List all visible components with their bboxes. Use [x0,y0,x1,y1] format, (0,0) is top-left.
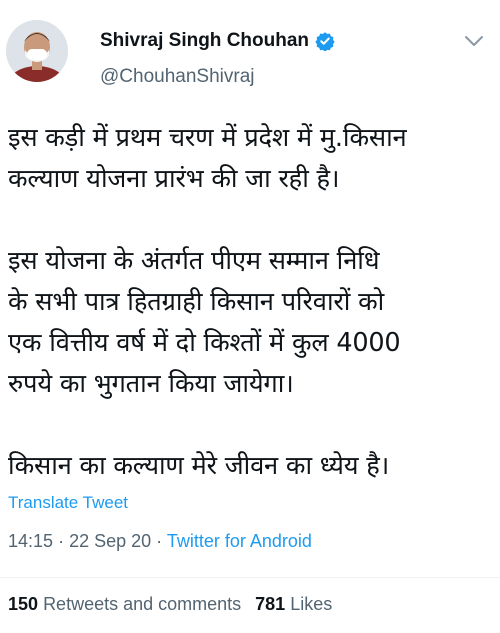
likes-count: 781 [255,594,286,614]
meta-separator: · [58,531,65,551]
tweet-stats: 150 Retweets and comments 781 Likes [8,594,332,615]
tweet-meta: 14:15 · 22 Sep 20 · Twitter for Android [8,531,312,552]
verified-badge-icon [315,32,335,51]
translate-tweet-link[interactable]: Translate Tweet [8,493,128,513]
retweets-label: Retweets and comments [43,594,242,614]
likes-stat[interactable]: 781 Likes [255,594,332,614]
meta-separator: · [156,531,163,551]
divider [0,577,500,578]
author-handle[interactable]: @ChouhanShivraj [100,66,255,88]
likes-label: Likes [290,594,333,614]
chevron-down-icon[interactable] [464,34,484,48]
retweets-stat[interactable]: 150 Retweets and comments [8,594,241,614]
tweet-source-link[interactable]: Twitter for Android [167,531,312,551]
retweets-count: 150 [8,594,39,614]
profile-photo-icon [6,20,68,82]
avatar[interactable] [6,20,68,82]
tweet-text: इस कड़ी में प्रथम चरण में प्रदेश में मु.… [8,123,407,481]
tweet-time[interactable]: 14:15 [8,531,53,551]
tweet-date[interactable]: 22 Sep 20 [69,531,151,551]
author-name[interactable]: Shivraj Singh Chouhan [100,30,309,52]
tweet-header: Shivraj Singh Chouhan @ChouhanShivraj [0,0,500,110]
